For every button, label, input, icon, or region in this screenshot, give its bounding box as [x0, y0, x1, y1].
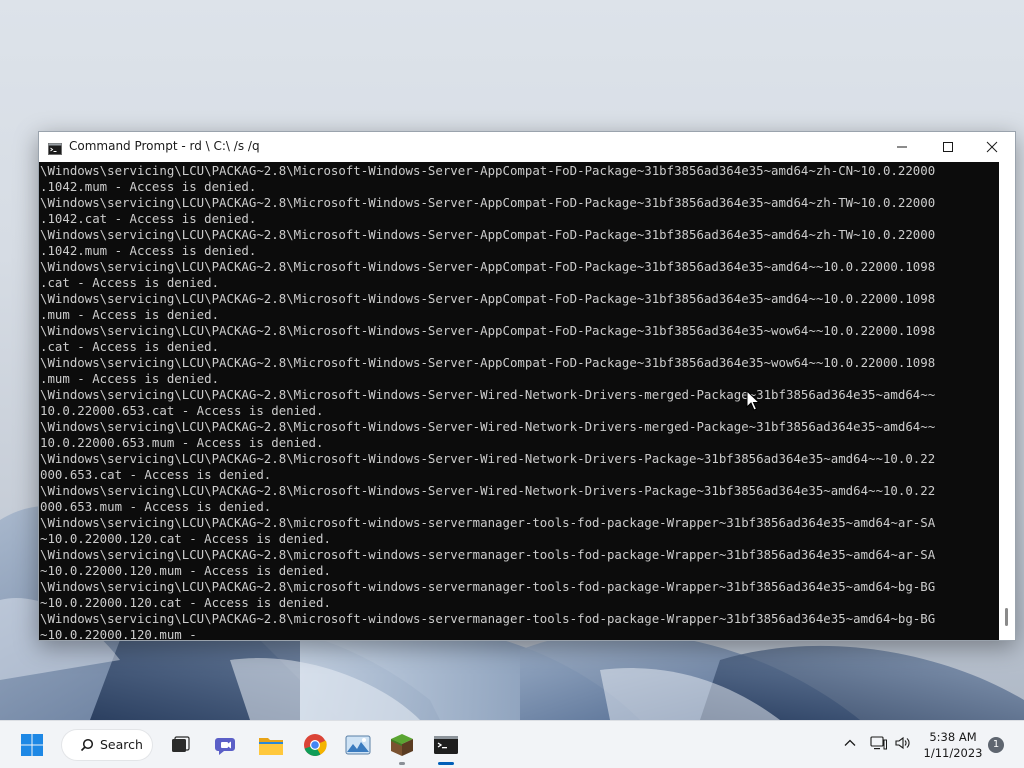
folder-icon — [259, 738, 283, 755]
taskbar-teams-chat[interactable] — [210, 729, 242, 761]
scrollbar-thumb[interactable] — [1005, 608, 1008, 626]
console-line: .1042.mum - Access is denied. — [40, 243, 257, 258]
console-output[interactable]: \Windows\servicing\LCU\PACKAG~2.8\Micros… — [39, 162, 999, 640]
console-line: 10.0.22000.653.cat - Access is denied. — [40, 403, 324, 418]
terminal-icon — [434, 736, 458, 754]
console-line: ~10.0.22000.120.cat - Access is denied. — [40, 531, 331, 546]
console-line: \Windows\servicing\LCU\PACKAG~2.8\micros… — [40, 547, 936, 562]
taskbar-task-view[interactable] — [164, 729, 196, 761]
console-line: \Windows\servicing\LCU\PACKAG~2.8\Micros… — [40, 291, 936, 306]
window-titlebar[interactable]: Command Prompt - rd \ C:\ /s /q — [39, 132, 1015, 162]
console-line: \Windows\servicing\LCU\PACKAG~2.8\Micros… — [40, 259, 936, 274]
console-scrollbar[interactable] — [999, 162, 1015, 640]
console-line: ~10.0.22000.120.cat - Access is denied. — [40, 595, 331, 610]
taskbar-minecraft[interactable] — [386, 729, 418, 761]
command-prompt-window[interactable]: Command Prompt - rd \ C:\ /s /q \Windows… — [38, 131, 1016, 641]
start-button[interactable] — [16, 729, 48, 761]
console-line: \Windows\servicing\LCU\PACKAG~2.8\Micros… — [40, 387, 936, 402]
taskbar-chrome[interactable] — [299, 729, 331, 761]
search-label: Search — [100, 737, 143, 752]
photo-icon — [345, 735, 371, 755]
console-line: .cat - Access is denied. — [40, 275, 220, 290]
chevron-up-icon[interactable] — [843, 736, 857, 750]
console-line: 10.0.22000.653.mum - Access is denied. — [40, 435, 324, 450]
close-icon — [986, 141, 998, 153]
console-line: \Windows\servicing\LCU\PACKAG~2.8\Micros… — [40, 195, 936, 210]
close-button[interactable] — [969, 132, 1015, 162]
active-app-indicator — [438, 762, 454, 765]
minimize-icon — [897, 146, 907, 148]
search-box[interactable]: Search — [62, 730, 152, 760]
console-line: \Windows\servicing\LCU\PACKAG~2.8\Micros… — [40, 451, 936, 466]
taskbar-command-prompt[interactable] — [430, 729, 462, 761]
window-title: Command Prompt - rd \ C:\ /s /q — [69, 139, 260, 153]
windows-start-icon — [21, 734, 43, 756]
taskbar: Search 5:38 AM 1/11/2023 1 — [0, 720, 1024, 768]
console-line: 000.653.mum - Access is denied. — [40, 499, 272, 514]
console-line: ~10.0.22000.120.mum - Access is denied. — [40, 563, 331, 578]
taskbar-clock[interactable]: 5:38 AM 1/11/2023 — [918, 729, 988, 761]
terminal-icon — [48, 140, 62, 159]
clock-date: 1/11/2023 — [923, 746, 983, 760]
notification-badge[interactable]: 1 — [988, 737, 1004, 753]
console-line: \Windows\servicing\LCU\PACKAG~2.8\Micros… — [40, 419, 936, 434]
volume-icon[interactable] — [894, 735, 912, 751]
console-line: 000.653.cat - Access is denied. — [40, 467, 272, 482]
console-line: \Windows\servicing\LCU\PACKAG~2.8\Micros… — [40, 227, 936, 242]
teams-chat-icon — [215, 738, 235, 755]
console-lines: \Windows\servicing\LCU\PACKAG~2.8\Micros… — [40, 163, 999, 640]
console-line: ~10.0.22000.120.mum - — [40, 627, 205, 640]
maximize-button[interactable] — [925, 132, 971, 162]
task-view-icon — [172, 736, 190, 752]
console-line: .1042.cat - Access is denied. — [40, 211, 257, 226]
console-line: \Windows\servicing\LCU\PACKAG~2.8\Micros… — [40, 355, 936, 370]
taskbar-file-explorer[interactable] — [255, 729, 287, 761]
chrome-icon — [304, 734, 327, 756]
mouse-pointer-icon — [746, 390, 760, 411]
minecraft-icon — [391, 734, 413, 756]
maximize-icon — [943, 142, 953, 152]
console-line: .1042.mum - Access is denied. — [40, 179, 257, 194]
console-line: \Windows\servicing\LCU\PACKAG~2.8\Micros… — [40, 483, 936, 498]
network-icon[interactable] — [870, 735, 888, 751]
clock-time: 5:38 AM — [929, 730, 977, 744]
taskbar-photos[interactable] — [342, 729, 374, 761]
console-line: \Windows\servicing\LCU\PACKAG~2.8\Micros… — [40, 163, 936, 178]
console-line: \Windows\servicing\LCU\PACKAG~2.8\Micros… — [40, 323, 936, 338]
console-line: .cat - Access is denied. — [40, 339, 220, 354]
minimize-button[interactable] — [879, 132, 925, 162]
console-line: .mum - Access is denied. — [40, 307, 220, 322]
console-line: \Windows\servicing\LCU\PACKAG~2.8\micros… — [40, 611, 936, 626]
search-icon — [80, 738, 94, 752]
running-indicator — [399, 762, 405, 765]
console-line: .mum - Access is denied. — [40, 371, 220, 386]
console-line: \Windows\servicing\LCU\PACKAG~2.8\micros… — [40, 515, 936, 530]
console-line: \Windows\servicing\LCU\PACKAG~2.8\micros… — [40, 579, 936, 594]
